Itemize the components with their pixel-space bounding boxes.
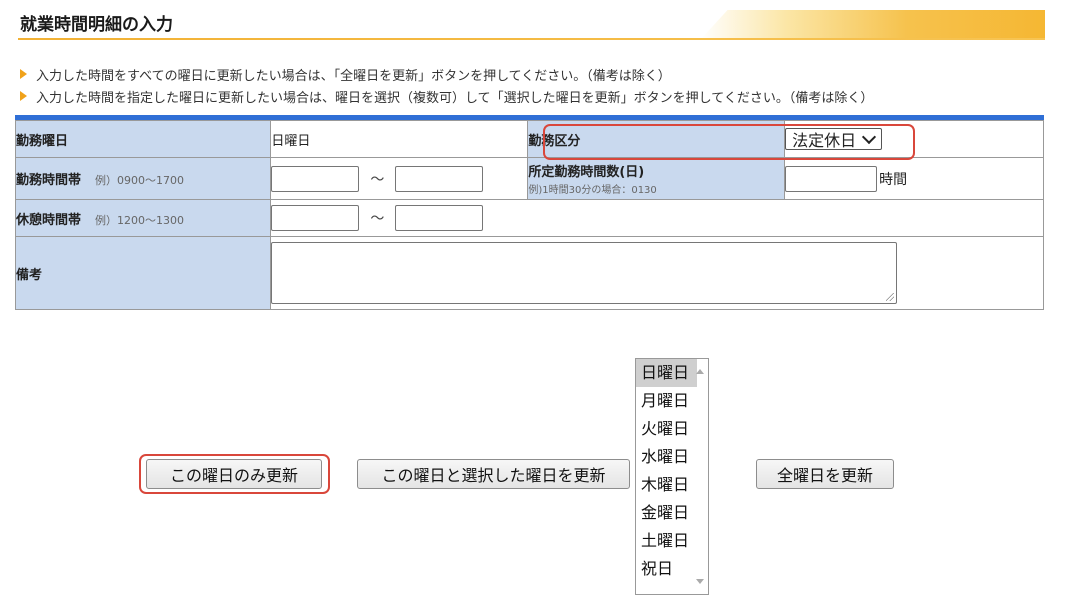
break-end-input[interactable] [395, 205, 484, 231]
break-cell: 〜 [270, 199, 1044, 237]
weekday-option[interactable]: 月曜日 [636, 387, 697, 415]
update-this-and-selected-label: この曜日と選択した曜日を更新 [381, 466, 606, 485]
break-example: 例）1200〜1300 [95, 213, 185, 227]
weekday-option[interactable]: 土曜日 [636, 527, 697, 555]
weekday-option[interactable]: 水曜日 [636, 443, 697, 471]
resize-grip-icon[interactable] [886, 293, 895, 301]
scheduled-hours-example: 例)1時間30分の場合：0130 [528, 185, 657, 196]
update-this-and-selected-button[interactable]: この曜日と選択した曜日を更新 [357, 459, 630, 489]
work-hours-example: 例）0900〜1700 [95, 174, 185, 187]
instruction-item: 入力した時間を指定した曜日に更新したい場合は、曜日を選択（複数可）して「選択した… [20, 85, 873, 107]
instruction-text: 入力した時間をすべての曜日に更新したい場合は、「全曜日を更新」ボタンを押してくだ… [36, 68, 671, 84]
header-decoration [700, 10, 1045, 40]
instruction-text: 入力した時間を指定した曜日に更新したい場合は、曜日を選択（複数可）して「選択した… [36, 90, 874, 106]
work-category-highlight [543, 124, 915, 160]
work-hours-cell: 〜 [270, 157, 529, 200]
scheduled-hours-label: 所定勤務時間数(日) 例)1時間30分の場合：0130 [527, 157, 786, 200]
hours-unit: 時間 [879, 171, 908, 188]
workday-value: 日曜日 [270, 120, 529, 158]
scroll-down-icon[interactable] [696, 579, 704, 584]
triangle-bullet-icon [20, 69, 27, 79]
range-separator: 〜 [370, 211, 385, 227]
instructions: 入力した時間をすべての曜日に更新したい場合は、「全曜日を更新」ボタンを押してくだ… [20, 63, 873, 107]
remarks-textarea[interactable] [271, 242, 898, 304]
page-header: 就業時間明細の入力 [0, 0, 1073, 40]
weekday-option[interactable]: 金曜日 [636, 499, 697, 527]
weekday-option[interactable]: 火曜日 [636, 415, 697, 443]
page-title: 就業時間明細の入力 [20, 15, 173, 35]
triangle-bullet-icon [20, 91, 27, 101]
remarks-cell [270, 236, 1044, 310]
scheduled-hours-input[interactable] [785, 165, 878, 192]
weekday-option[interactable]: 木曜日 [636, 471, 697, 499]
break-label: 休憩時間帯 例）1200〜1300 [14, 199, 272, 237]
update-all-button[interactable]: 全曜日を更新 [756, 459, 894, 489]
update-button-highlight [139, 454, 330, 494]
update-all-label: 全曜日を更新 [776, 466, 873, 485]
weekday-option[interactable]: 祝日 [636, 555, 697, 583]
weekday-option[interactable]: 日曜日 [636, 359, 697, 387]
header-rule [18, 38, 1045, 40]
scheduled-hours-cell: 時間 [784, 157, 1044, 200]
remarks-label: 備考 [14, 236, 272, 310]
instruction-item: 入力した時間をすべての曜日に更新したい場合は、「全曜日を更新」ボタンを押してくだ… [20, 63, 873, 85]
break-start-input[interactable] [271, 205, 360, 231]
work-end-input[interactable] [395, 165, 484, 192]
weekday-listbox[interactable]: 日曜日 月曜日 火曜日 水曜日 木曜日 金曜日 土曜日 祝日 [635, 358, 709, 595]
scroll-up-icon[interactable] [696, 369, 704, 374]
range-separator: 〜 [370, 171, 385, 188]
work-start-input[interactable] [271, 165, 360, 192]
workday-label: 勤務曜日 [14, 120, 272, 158]
work-hours-label: 勤務時間帯 例）0900〜1700 [14, 157, 272, 200]
